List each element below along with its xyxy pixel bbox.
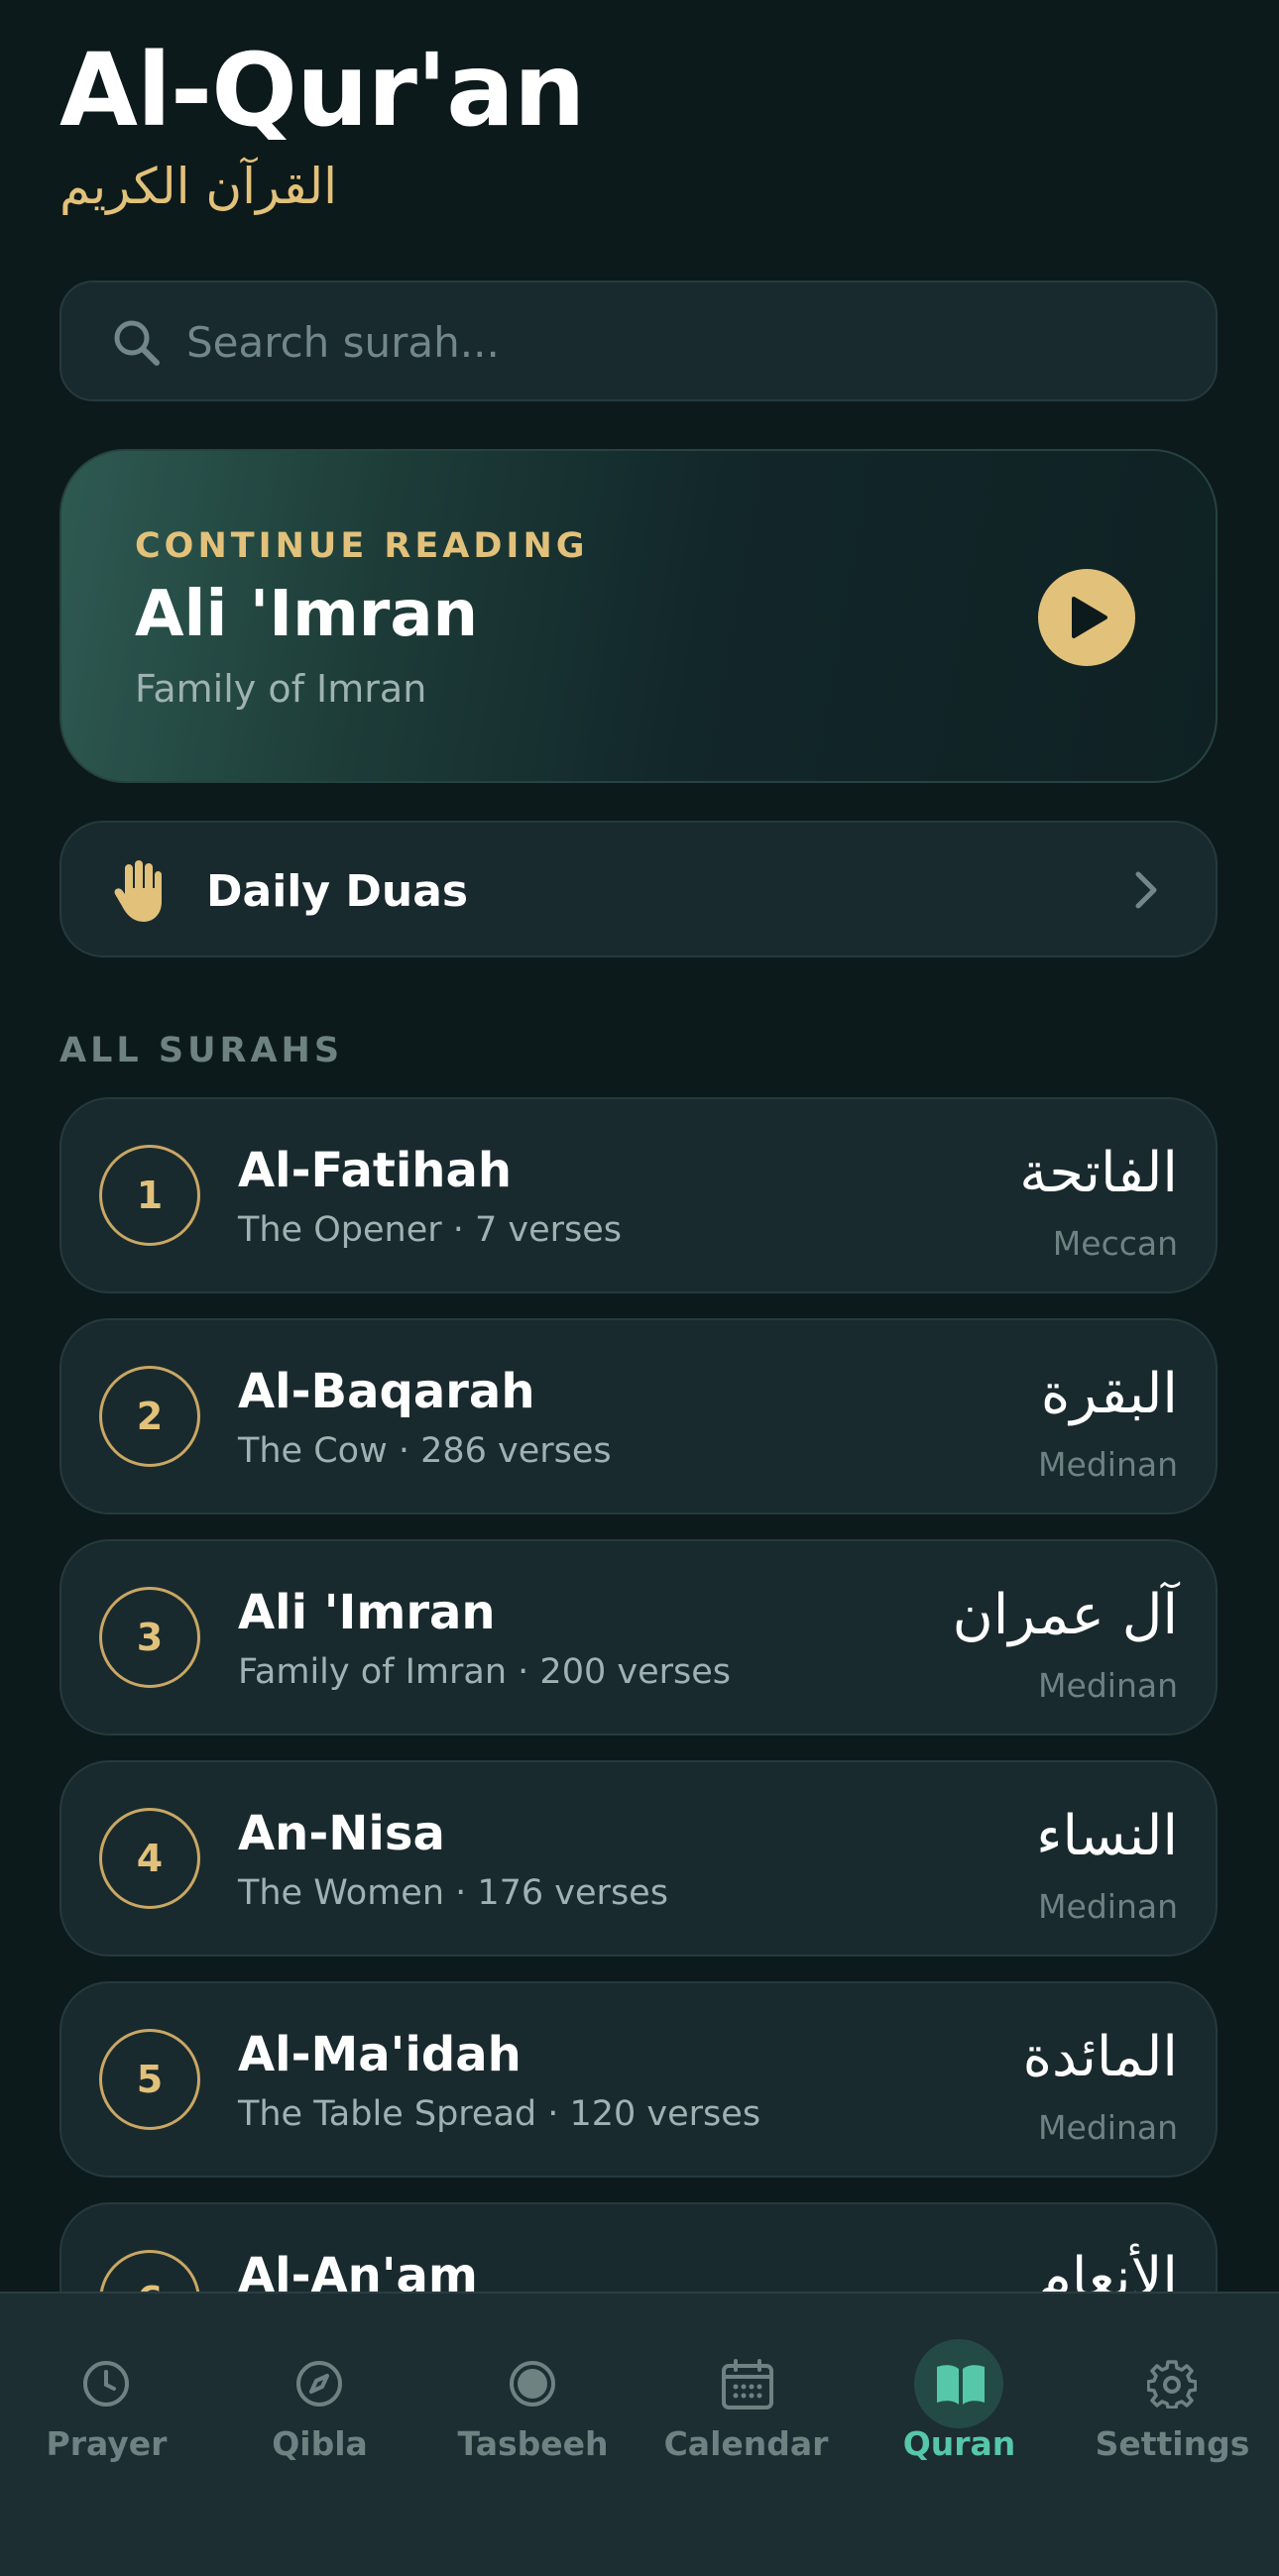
tab-label: Prayer — [46, 2424, 168, 2463]
play-icon — [1072, 597, 1107, 638]
search-input[interactable] — [186, 302, 1158, 382]
surah-meta: The Opener · 7 verses — [238, 1210, 623, 1250]
surah-row[interactable]: 4 An-Nisa The Women · 176 verses النساء … — [59, 1760, 1218, 1957]
search-icon — [111, 317, 163, 369]
clock-icon — [61, 2339, 151, 2428]
surah-row[interactable]: 5 Al-Ma'idah The Table Spread · 120 vers… — [59, 1981, 1218, 2178]
tab-label: Tasbeeh — [457, 2424, 609, 2463]
surah-number: 3 — [99, 1587, 200, 1688]
surah-revelation-type: Medinan — [1038, 2108, 1178, 2147]
surah-name: Ali 'Imran — [238, 1585, 496, 1640]
page-title: Al-Qur'an — [59, 32, 586, 150]
tab-label: Calendar — [663, 2424, 829, 2463]
tab-quran[interactable]: Quran — [853, 2294, 1066, 2492]
surah-number: 5 — [99, 2029, 200, 2130]
search-bar[interactable] — [59, 280, 1218, 401]
tab-qibla[interactable]: Qibla — [213, 2294, 426, 2492]
chevron-right-icon — [1134, 870, 1158, 914]
surah-name: An-Nisa — [238, 1806, 445, 1861]
surah-arabic-name: النساء — [1036, 1804, 1178, 1868]
circle-icon — [488, 2339, 577, 2428]
surah-revelation-type: Meccan — [1052, 1224, 1178, 1263]
surah-arabic-name: آل عمران — [952, 1583, 1178, 1647]
quran-screen: Al-Qur'an القرآن الكريم CONTINUE READING… — [0, 0, 1279, 2576]
continue-reading-label: CONTINUE READING — [135, 526, 589, 566]
tab-calendar[interactable]: Calendar — [640, 2294, 853, 2492]
tab-label: Qibla — [272, 2424, 368, 2463]
surah-name: Al-Baqarah — [238, 1364, 535, 1419]
tab-tasbeeh[interactable]: Tasbeeh — [426, 2294, 640, 2492]
hand-icon — [111, 858, 171, 928]
surah-revelation-type: Medinan — [1038, 1887, 1178, 1926]
compass-icon — [275, 2339, 364, 2428]
tab-prayer[interactable]: Prayer — [0, 2294, 213, 2492]
surah-revelation-type: Medinan — [1038, 1666, 1178, 1705]
surah-meta: The Table Spread · 120 verses — [238, 2094, 761, 2134]
tab-label: Settings — [1095, 2424, 1250, 2463]
gear-icon — [1127, 2339, 1217, 2428]
surah-row[interactable]: 3 Ali 'Imran Family of Imran · 200 verse… — [59, 1539, 1218, 1736]
surah-row[interactable]: 1 Al-Fatihah The Opener · 7 verses الفات… — [59, 1097, 1218, 1293]
surah-row[interactable]: 2 Al-Baqarah The Cow · 286 verses البقرة… — [59, 1318, 1218, 1514]
surah-name: Al-Ma'idah — [238, 2027, 522, 2082]
surah-meta: Family of Imran · 200 verses — [238, 1652, 731, 1692]
surah-number: 1 — [99, 1145, 200, 1246]
daily-duas-label: Daily Duas — [206, 866, 469, 917]
surah-arabic-name: الفاتحة — [1019, 1141, 1178, 1205]
surah-number: 4 — [99, 1808, 200, 1909]
bottom-tab-bar: Prayer Qibla Tasbeeh Calendar Quran Sett… — [0, 2292, 1279, 2576]
book-icon — [914, 2339, 1003, 2428]
play-button[interactable] — [1038, 569, 1135, 666]
surah-arabic-name: البقرة — [1040, 1362, 1178, 1426]
continue-reading-surah-name: Ali 'Imran — [135, 578, 479, 651]
continue-reading-card[interactable]: CONTINUE READING Ali 'Imran Family of Im… — [59, 449, 1218, 783]
tab-settings[interactable]: Settings — [1066, 2294, 1279, 2492]
surah-meta: The Cow · 286 verses — [238, 1431, 612, 1471]
tab-label: Quran — [902, 2424, 1016, 2463]
surah-revelation-type: Medinan — [1038, 1445, 1178, 1484]
surah-number: 2 — [99, 1366, 200, 1467]
section-label-all-surahs: ALL SURAHS — [59, 1031, 344, 1070]
page-subtitle-arabic: القرآن الكريم — [59, 158, 338, 215]
surah-arabic-name: المائدة — [1022, 2025, 1178, 2089]
daily-duas-button[interactable]: Daily Duas — [59, 821, 1218, 957]
surah-meta: The Women · 176 verses — [238, 1873, 668, 1913]
calendar-icon — [701, 2339, 790, 2428]
continue-reading-surah-translation: Family of Imran — [135, 667, 427, 711]
surah-name: Al-Fatihah — [238, 1143, 513, 1198]
